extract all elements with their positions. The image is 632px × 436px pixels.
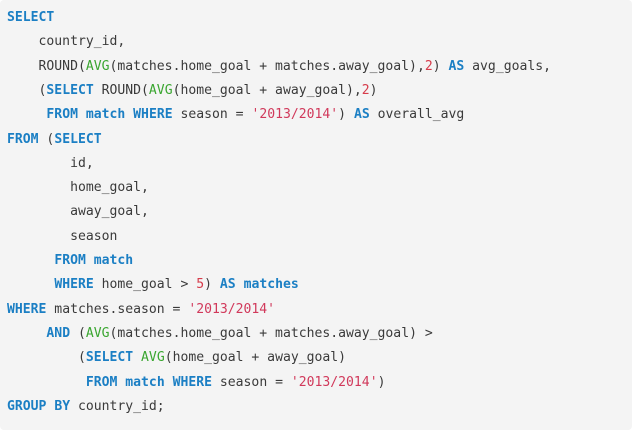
code-token: away_goal, bbox=[7, 204, 149, 220]
string-token: '2013/2014' bbox=[290, 374, 378, 390]
keyword-token: matches bbox=[243, 277, 299, 293]
keyword-token: AS bbox=[448, 58, 465, 74]
code-line: away_goal, bbox=[7, 200, 149, 224]
keyword-token: AS bbox=[219, 277, 236, 293]
keyword-token: WHERE bbox=[54, 277, 94, 293]
code-line: (SELECT AVG(home_goal + away_goal) bbox=[7, 346, 346, 370]
keyword-token: WHERE bbox=[7, 301, 47, 317]
keyword-token: match bbox=[125, 374, 165, 390]
keyword-token: match bbox=[85, 107, 126, 123]
code-token: ROUND( bbox=[93, 82, 149, 98]
code-token: overall_avg bbox=[369, 107, 465, 123]
code-line: (SELECT ROUND(AVG(home_goal + away_goal)… bbox=[7, 79, 378, 103]
function-token: AVG bbox=[85, 325, 110, 341]
code-token: avg_goals, bbox=[464, 58, 551, 74]
code-token: ( bbox=[7, 350, 86, 366]
code-token: season bbox=[7, 228, 118, 244]
keyword-token: AND bbox=[46, 325, 71, 341]
keyword-token: BY bbox=[54, 398, 71, 414]
code-token: (home_goal + away_goal), bbox=[172, 82, 362, 98]
keyword-token: SELECT bbox=[85, 350, 134, 366]
code-token: ( bbox=[38, 131, 55, 147]
code-token: season = bbox=[212, 374, 291, 390]
keyword-token: SELECT bbox=[46, 82, 94, 98]
code-token: ( bbox=[7, 82, 47, 98]
keyword-token: AS bbox=[353, 107, 370, 123]
code-token: ) bbox=[338, 107, 354, 123]
code-line: season bbox=[7, 225, 117, 249]
keyword-token: FROM bbox=[85, 374, 118, 390]
keyword-token: FROM bbox=[54, 253, 86, 268]
keyword-token: FROM bbox=[46, 107, 78, 123]
function-token: AVG bbox=[141, 350, 165, 366]
keyword-token: SELECT bbox=[54, 131, 102, 147]
code-token: (matches.home_goal + matches.away_goal) … bbox=[109, 325, 433, 341]
function-token: AVG bbox=[148, 82, 173, 98]
code-token: ) bbox=[432, 58, 449, 74]
code-token: matches.season = bbox=[46, 301, 189, 317]
code-line: FROM match WHERE season = '2013/2014') A… bbox=[7, 103, 464, 127]
code-token: (home_goal + away_goal) bbox=[164, 350, 347, 366]
function-token: AVG bbox=[85, 58, 110, 74]
code-line: FROM match WHERE season = '2013/2014') bbox=[7, 371, 386, 395]
code-token: (matches.home_goal + matches.away_goal), bbox=[109, 58, 425, 74]
code-line: id, bbox=[7, 152, 94, 176]
number-token: 2 bbox=[424, 58, 433, 74]
code-line: ROUND(AVG(matches.home_goal + matches.aw… bbox=[7, 55, 551, 79]
code-line: WHERE home_goal > 5) AS matches bbox=[7, 273, 299, 297]
code-line: FROM match bbox=[7, 249, 133, 273]
code-token: id, bbox=[7, 155, 94, 171]
sql-code-block: SELECT country_id, ROUND(AVG(matches.hom… bbox=[0, 0, 632, 430]
number-token: 2 bbox=[361, 82, 370, 98]
code-token: ROUND( bbox=[7, 58, 86, 74]
code-token: season = bbox=[172, 107, 252, 123]
code-token: ) bbox=[369, 82, 378, 98]
code-line: country_id, bbox=[7, 30, 126, 54]
code-token: ) bbox=[377, 374, 386, 390]
code-line: home_goal, bbox=[7, 176, 149, 200]
keyword-token: FROM bbox=[7, 131, 39, 147]
code-token: home_goal > bbox=[93, 277, 197, 293]
number-token: 5 bbox=[196, 277, 205, 293]
string-token: '2013/2014' bbox=[188, 301, 276, 317]
code-token: country_id, bbox=[7, 34, 126, 50]
code-line: WHERE matches.season = '2013/2014' bbox=[7, 298, 275, 322]
keyword-token: match bbox=[93, 253, 134, 268]
keyword-token: SELECT bbox=[7, 10, 55, 25]
keyword-token: WHERE bbox=[133, 107, 173, 123]
code-line: GROUP BY country_id; bbox=[7, 395, 165, 419]
code-token: ) bbox=[204, 277, 220, 293]
code-token: country_id; bbox=[70, 398, 165, 414]
code-line: AND (AVG(matches.home_goal + matches.awa… bbox=[7, 322, 433, 346]
code-line: SELECT bbox=[7, 6, 54, 30]
string-token: '2013/2014' bbox=[251, 107, 339, 123]
code-line: FROM (SELECT bbox=[7, 128, 102, 152]
code-token: home_goal, bbox=[7, 180, 149, 196]
keyword-token: GROUP bbox=[7, 398, 47, 414]
keyword-token: WHERE bbox=[172, 374, 213, 390]
code-token: ( bbox=[70, 325, 86, 341]
